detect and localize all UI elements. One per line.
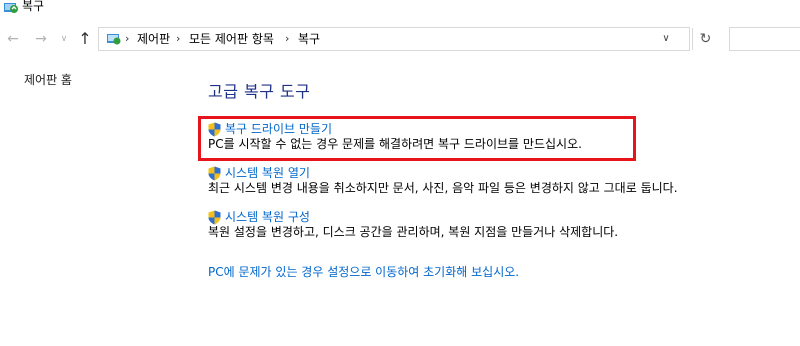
refresh-icon[interactable]: ↻ [692,28,718,50]
breadcrumb-separator-icon: › [285,32,290,45]
shield-icon [208,210,221,225]
link-label: 시스템 복원 구성 [225,210,310,224]
title-bar: 복구 [0,0,800,24]
highlight-box [198,116,636,161]
arrow-right-icon[interactable]: → [32,29,50,49]
breadcrumb-separator-icon: › [176,32,181,45]
window-title: 복구 [22,0,45,13]
reset-pc-settings-link[interactable]: PC에 문제가 있는 경우 설정으로 이동하여 초기화해 보십시오. [208,263,519,280]
link-label: 시스템 복원 열기 [225,166,310,180]
arrow-left-icon[interactable]: ← [4,29,22,49]
arrow-up-icon[interactable]: ↑ [76,29,94,49]
address-bar[interactable]: › 제어판 › 모든 제어판 항목 › 복구 ∨ [98,27,690,51]
configure-system-restore-link[interactable]: 시스템 복원 구성 [208,210,328,226]
control-panel-icon [107,34,121,45]
search-input[interactable] [729,27,800,51]
navigation-bar: ← → ∨ ↑ › 제어판 › 모든 제어판 항목 › 복구 ∨ ↻ [0,24,800,54]
breadcrumb-separator-icon: › [125,32,130,45]
page-title: 고급 복구 도구 [208,82,311,101]
chevron-down-icon[interactable]: ∨ [58,29,70,49]
chevron-down-icon[interactable]: ∨ [659,31,673,47]
recovery-icon [4,3,18,13]
item-description: 최근 시스템 변경 내용을 취소하지만 문서, 사진, 음악 파일 등은 변경하… [208,181,678,195]
sidebar-item-control-panel-home[interactable]: 제어판 홈 [24,71,72,88]
breadcrumb-item[interactable]: 제어판 [137,31,170,47]
open-system-restore-link[interactable]: 시스템 복원 열기 [208,166,328,182]
breadcrumb-item[interactable]: 복구 [298,31,320,47]
item-description: 복원 설정을 변경하고, 디스크 공간을 관리하며, 복원 지점을 만들거나 삭… [208,225,619,239]
shield-icon [208,166,221,181]
breadcrumb-item[interactable]: 모든 제어판 항목 [189,31,274,47]
